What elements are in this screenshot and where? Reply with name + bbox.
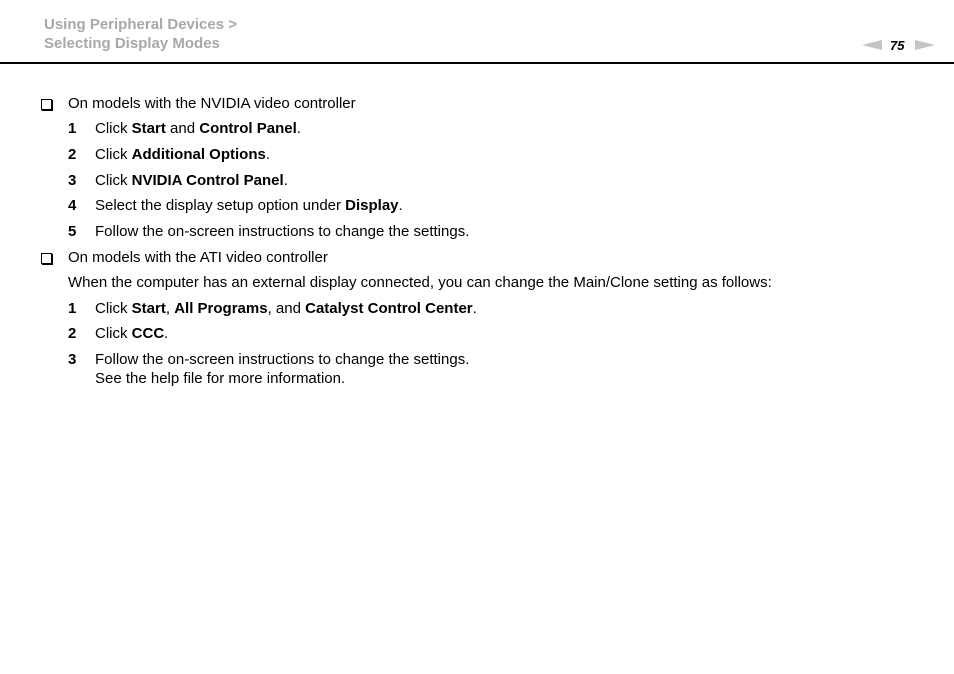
step-text-fragment: . [283, 172, 288, 189]
step-text: Follow the on-screen instructions to cha… [95, 351, 469, 369]
step-number: 4 [68, 197, 77, 214]
step-number: 2 [68, 146, 77, 163]
breadcrumb-parent[interactable]: Using Peripheral Devices > [44, 16, 237, 34]
page-navigator: 75 [862, 36, 936, 54]
step-text-fragment: . [164, 325, 169, 342]
page-number: 75 [890, 37, 905, 53]
step-text: Click Start, All Programs, and Catalyst … [95, 300, 477, 318]
ui-term: Start [131, 120, 166, 137]
step-text-fragment: Select the display setup option under [95, 197, 346, 214]
step-number: 1 [68, 300, 77, 317]
ui-term: Control Panel [199, 120, 297, 137]
step-text-fragment: Click [95, 325, 132, 342]
ui-term: Display [345, 197, 399, 214]
step-number: 2 [68, 325, 77, 342]
checkbox-icon [41, 253, 52, 264]
ui-term: Start [131, 300, 166, 317]
step-text-fragment: . [472, 300, 477, 317]
ui-term: Catalyst Control Center [305, 300, 473, 317]
step-text-fragment: . [296, 120, 301, 137]
ui-term: All Programs [174, 300, 268, 317]
step-text-fragment: . [265, 146, 270, 163]
ui-term: NVIDIA Control Panel [131, 172, 284, 189]
step-number: 1 [68, 120, 77, 137]
step-text-fragment: . [398, 197, 403, 214]
header-divider [0, 62, 954, 64]
step-text-fragment: Follow the on-screen instructions to cha… [95, 351, 470, 368]
step-text-fragment: and [165, 120, 200, 137]
step-number: 5 [68, 223, 77, 240]
step-text: Click Start and Control Panel. [95, 120, 301, 138]
step-text: Click Additional Options. [95, 146, 270, 164]
next-page-icon[interactable] [915, 40, 936, 50]
step-text: Click CCC. [95, 325, 168, 343]
page-header: Using Peripheral Devices > Selecting Dis… [0, 0, 954, 64]
step-text-fragment: Click [95, 146, 132, 163]
step-text: Select the display setup option under Di… [95, 197, 403, 215]
section-title: On models with the ATI video controller [68, 249, 328, 266]
step-text: Click NVIDIA Control Panel. [95, 172, 288, 190]
section-title: On models with the NVIDIA video controll… [68, 95, 356, 112]
step-text-fragment: Follow the on-screen instructions to cha… [95, 223, 470, 240]
breadcrumb-current: Selecting Display Modes [44, 35, 220, 52]
previous-page-icon[interactable] [862, 40, 882, 50]
step-text-fragment: Click [95, 300, 132, 317]
step-number: 3 [68, 351, 77, 368]
step-text: Follow the on-screen instructions to cha… [95, 223, 469, 241]
step-number: 3 [68, 172, 77, 189]
step-text-fragment: , [165, 300, 175, 317]
section-intro: When the computer has an external displa… [68, 274, 772, 291]
step-text-fragment: Click [95, 172, 132, 189]
step-text-fragment: , and [267, 300, 306, 317]
ui-term: Additional Options [131, 146, 266, 163]
ui-term: CCC [131, 325, 165, 342]
step-note: See the help file for more information. [95, 370, 346, 387]
step-text-fragment: Click [95, 120, 132, 137]
checkbox-icon [41, 99, 52, 110]
